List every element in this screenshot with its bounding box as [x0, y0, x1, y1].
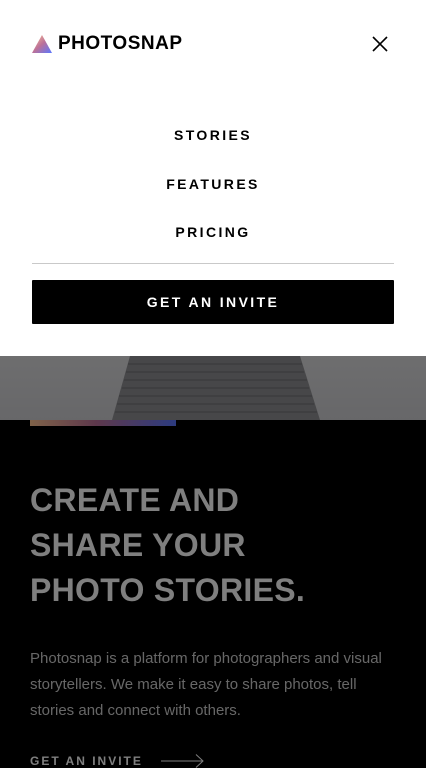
nav-item-features[interactable]: FEATURES	[166, 170, 260, 199]
accent-bar	[30, 420, 176, 426]
hero-link-label: GET AN INVITE	[30, 754, 143, 768]
close-icon[interactable]	[370, 34, 390, 54]
hero-title-line: CREATE AND	[30, 482, 240, 518]
nav-item-stories[interactable]: STORIES	[174, 121, 252, 150]
hero-get-invite-link[interactable]: GET AN INVITE	[30, 754, 204, 768]
hero-title: CREATE AND SHARE YOUR PHOTO STORIES.	[30, 478, 400, 613]
brand-name: PHOTOSNAP	[58, 33, 183, 54]
hero-description: Photosnap is a platform for photographer…	[30, 650, 382, 719]
hero-photo-graphic	[112, 356, 320, 420]
arrow-right-icon	[160, 754, 204, 768]
hero-title-line: SHARE YOUR	[30, 527, 246, 563]
mobile-menu-panel: PHOTOSNAP STORIES FEATURES PRICING GET A…	[0, 0, 426, 356]
get-invite-button[interactable]: GET AN INVITE	[32, 280, 394, 324]
hero-image	[0, 356, 426, 420]
photosnap-triangle-logo-icon	[32, 35, 52, 53]
nav-item-pricing[interactable]: PRICING	[175, 218, 250, 247]
hero-title-line: PHOTO STORIES.	[30, 572, 306, 608]
brand-logo[interactable]: PHOTOSNAP	[32, 33, 183, 55]
menu-divider	[32, 263, 394, 264]
mobile-nav: STORIES FEATURES PRICING	[0, 121, 426, 267]
